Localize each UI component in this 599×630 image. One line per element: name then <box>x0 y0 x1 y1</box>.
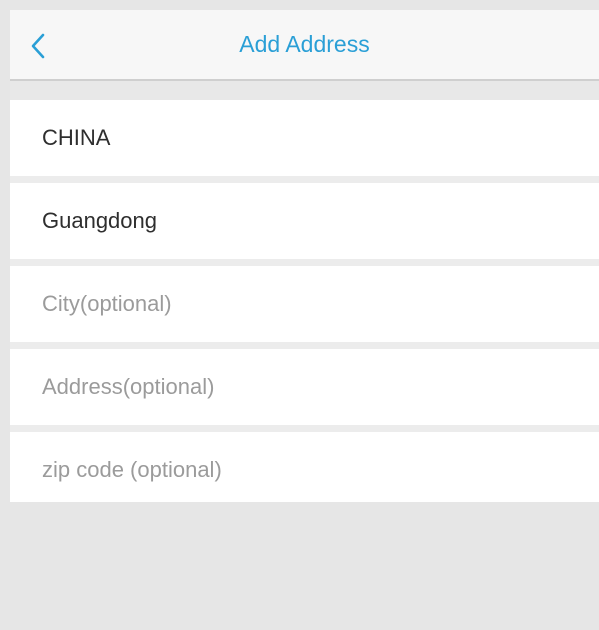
address-form: CHINA Guangdong <box>10 100 599 511</box>
zip-code-input[interactable] <box>42 432 562 508</box>
country-value: CHINA <box>42 125 111 150</box>
page-title: Add Address <box>239 31 370 57</box>
city-input[interactable] <box>42 266 562 342</box>
empty-footer-area <box>10 502 599 630</box>
zip-code-row <box>10 432 599 511</box>
navigation-bar: Add Address <box>10 10 599 81</box>
address-row <box>10 349 599 432</box>
address-input[interactable] <box>42 349 562 425</box>
header-spacer <box>10 81 599 100</box>
province-row[interactable]: Guangdong <box>10 183 599 266</box>
add-address-screen: Add Address CHINA Guangdong <box>0 0 599 630</box>
province-value: Guangdong <box>42 208 157 233</box>
city-row <box>10 266 599 349</box>
country-row[interactable]: CHINA <box>10 100 599 183</box>
